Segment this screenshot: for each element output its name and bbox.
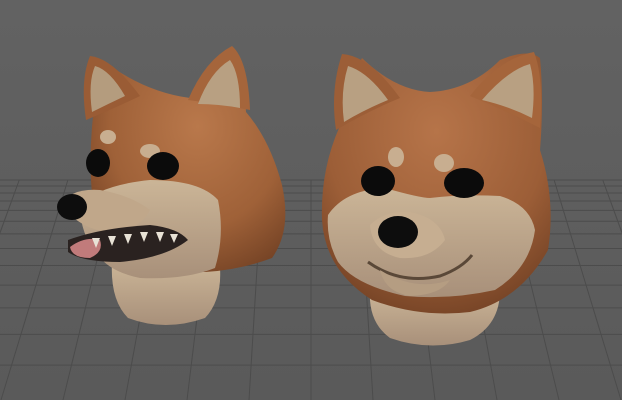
right-brow-spot-2 — [434, 154, 454, 172]
right-eye-2 — [444, 168, 484, 198]
right-nose — [378, 216, 418, 248]
3d-viewport[interactable] — [0, 0, 622, 400]
left-nose — [57, 194, 87, 220]
left-brow-spot — [100, 130, 116, 144]
right-eye — [361, 166, 395, 196]
right-brow-spot — [388, 147, 404, 167]
viewport-scene — [0, 0, 622, 400]
left-eye — [86, 149, 110, 177]
left-eye-2 — [147, 152, 179, 180]
